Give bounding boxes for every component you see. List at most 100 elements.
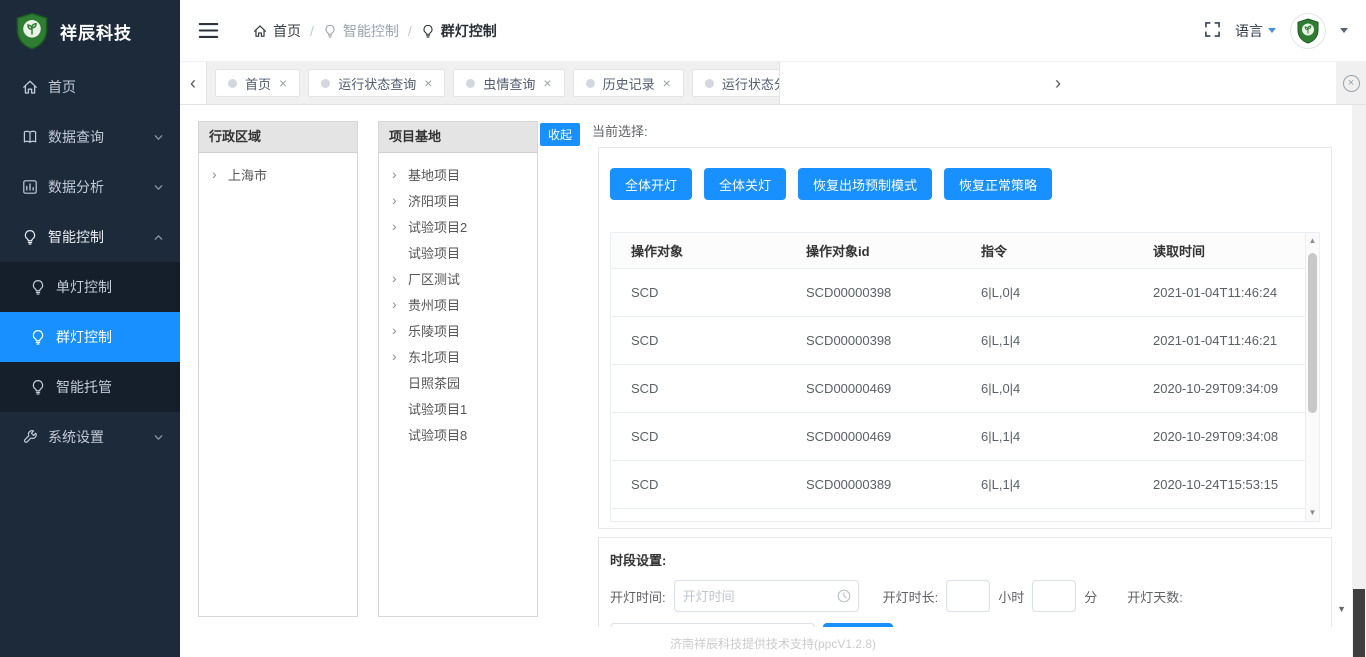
all-lights-on-button[interactable]: 全体开灯 <box>610 168 692 200</box>
restore-preset-mode-button[interactable]: 恢复出场预制模式 <box>798 168 932 200</box>
breadcrumb-home[interactable]: 首页 <box>253 21 301 41</box>
page-scrollbar-thumb[interactable] <box>1353 589 1365 657</box>
sidebar-item-single-light-control[interactable]: 单灯控制 <box>0 262 180 312</box>
tree-item-label: 东北项目 <box>408 347 460 366</box>
header-actions: 语言 <box>1204 13 1348 49</box>
all-lights-off-button[interactable]: 全体关灯 <box>704 168 786 200</box>
chevron-down-icon <box>153 432 164 443</box>
sidebar-item-data-query[interactable]: 数据查询 <box>0 112 180 162</box>
tab-status-dot <box>228 79 237 88</box>
restore-normal-strategy-button[interactable]: 恢复正常策略 <box>944 168 1052 200</box>
tab-history[interactable]: 历史记录 × <box>573 69 684 97</box>
sidebar-item-label: 首页 <box>48 77 76 97</box>
tab-run-status-query[interactable]: 运行状态查询 × <box>308 69 445 97</box>
clock-icon <box>837 589 851 603</box>
cell-command: 6|L,1|4 <box>961 317 1133 364</box>
tree-expand-icon[interactable]: › <box>392 271 403 285</box>
content-scroll-down-icon[interactable]: ▼ <box>1337 604 1346 614</box>
group-control-panel: 当前选择: 全体开灯 全体关灯 恢复出场预制模式 恢复正常策略 操作对象 操作对… <box>588 121 1332 627</box>
command-table: 操作对象 操作对象id 指令 读取时间 SCD SCD00000398 6|L,… <box>610 232 1320 522</box>
sidebar-item-system-settings[interactable]: 系统设置 <box>0 412 180 462</box>
sidebar-item-home[interactable]: 首页 <box>0 62 180 112</box>
breadcrumb-current: 群灯控制 <box>421 21 497 41</box>
region-tree: › 上海市 <box>199 153 357 187</box>
sidebar-item-smart-hosting[interactable]: 智能托管 <box>0 362 180 412</box>
fullscreen-icon[interactable] <box>1204 21 1221 41</box>
duration-minutes-input[interactable] <box>1032 580 1076 612</box>
logo: 祥辰科技 <box>0 0 180 62</box>
bulb-icon <box>323 24 337 38</box>
tree-item-project[interactable]: ›厂区测试 <box>379 265 537 291</box>
tabs-scroll-left-icon[interactable]: ‹ <box>180 62 207 104</box>
table-scrollbar[interactable]: ▲ ▼ <box>1305 233 1319 521</box>
caret-down-icon <box>1268 28 1276 33</box>
tree-item-project[interactable]: ›贵州项目 <box>379 291 537 317</box>
scroll-down-icon[interactable]: ▼ <box>1306 507 1319 519</box>
cell-object: SCD <box>611 269 786 316</box>
tab-close-icon[interactable]: × <box>663 76 671 90</box>
tree-item-project[interactable]: ›济阳项目 <box>379 187 537 213</box>
cell-object: SCD <box>611 461 786 508</box>
avatar[interactable] <box>1290 13 1326 49</box>
tree-expand-icon[interactable]: › <box>392 323 403 337</box>
scrollbar-thumb[interactable] <box>1308 253 1317 413</box>
table-row[interactable]: SCD SCD00000389 6|L,1|4 2020-10-24T15:53… <box>611 461 1319 509</box>
wrench-icon <box>22 429 38 445</box>
scroll-up-icon[interactable]: ▲ <box>1306 235 1319 247</box>
table-row[interactable]: SCD SCD00000398 6|L,0|4 2021-01-04T11:46… <box>611 269 1319 317</box>
table-row[interactable]: SCD SCD00000469 6|L,1|4 2020-10-29T09:34… <box>611 413 1319 461</box>
tab-run-status-analysis[interactable]: 运行状态分析 × <box>692 69 779 97</box>
tab-close-icon[interactable]: × <box>424 76 432 90</box>
on-time-label: 开灯时间: <box>610 587 666 606</box>
cell-command: 6|L,1|4 <box>961 413 1133 460</box>
language-label: 语言 <box>1235 21 1263 41</box>
sidebar-item-smart-control[interactable]: 智能控制 <box>0 212 180 262</box>
duration-hours-input[interactable] <box>946 580 990 612</box>
tree-item-shanghai[interactable]: › 上海市 <box>199 161 357 187</box>
content-area: 行政区域 › 上海市 项目基地 ›基地项目 ›济阳项目 ›试验项目2 试验项目 … <box>180 105 1366 657</box>
tab-pest-query[interactable]: 虫情查询 × <box>453 69 564 97</box>
tree-item-project[interactable]: 日照茶园 <box>379 369 537 395</box>
cell-object: SCD <box>611 413 786 460</box>
caret-down-icon[interactable] <box>1340 28 1348 33</box>
tree-expand-icon[interactable]: › <box>392 219 403 233</box>
tab-close-icon[interactable]: × <box>543 76 551 90</box>
tree-expand-icon[interactable]: › <box>212 167 223 181</box>
region-panel: 行政区域 › 上海市 <box>198 121 358 617</box>
breadcrumb-section[interactable]: 智能控制 <box>323 21 399 41</box>
column-header: 操作对象 <box>611 233 786 268</box>
close-all-tabs-icon[interactable]: × <box>1343 75 1360 92</box>
tree-item-project[interactable]: 试验项目 <box>379 239 537 265</box>
hamburger-icon[interactable] <box>198 21 219 40</box>
tree-expand-icon[interactable]: › <box>392 297 403 311</box>
tree-item-label: 乐陵项目 <box>408 321 460 340</box>
time-range-input[interactable] <box>610 623 815 627</box>
collapse-panel-button[interactable]: 收起 <box>540 123 580 146</box>
table-row[interactable]: SCD SCD00000469 6|L,0|4 2020-10-29T09:34… <box>611 365 1319 413</box>
tree-item-project[interactable]: ›试验项目2 <box>379 213 537 239</box>
tree-item-label: 日照茶园 <box>408 373 460 392</box>
cell-read-time: 2021-01-04T11:46:21 <box>1133 317 1319 364</box>
tab-home[interactable]: 首页 × <box>215 69 300 97</box>
sidebar-item-group-light-control[interactable]: 群灯控制 <box>0 312 180 362</box>
on-time-input[interactable] <box>674 580 859 612</box>
chevron-down-icon <box>153 132 164 143</box>
tab-label: 虫情查询 <box>483 74 535 93</box>
tabs-scroll-right-icon[interactable]: › <box>779 62 1336 104</box>
tab-close-icon[interactable]: × <box>279 76 287 90</box>
tree-expand-icon[interactable]: › <box>392 193 403 207</box>
tree-item-project[interactable]: 试验项目8 <box>379 421 537 447</box>
tree-item-project[interactable]: 试验项目1 <box>379 395 537 421</box>
control-box: 全体开灯 全体关灯 恢复出场预制模式 恢复正常策略 操作对象 操作对象id 指令… <box>598 147 1332 529</box>
tree-expand-icon[interactable]: › <box>392 349 403 363</box>
tree-item-project[interactable]: › 乐陵项目 <box>379 317 537 343</box>
cell-object-id: SCD00000398 <box>786 269 961 316</box>
page-scrollbar[interactable] <box>1352 105 1366 657</box>
confirm-button[interactable] <box>823 623 893 627</box>
tree-item-project[interactable]: › 东北项目 <box>379 343 537 369</box>
language-selector[interactable]: 语言 <box>1235 21 1276 41</box>
table-row[interactable]: SCD SCD00000398 6|L,1|4 2021-01-04T11:46… <box>611 317 1319 365</box>
tree-expand-icon[interactable]: › <box>392 167 403 181</box>
sidebar-item-data-analysis[interactable]: 数据分析 <box>0 162 180 212</box>
tree-item-project[interactable]: ›基地项目 <box>379 161 537 187</box>
